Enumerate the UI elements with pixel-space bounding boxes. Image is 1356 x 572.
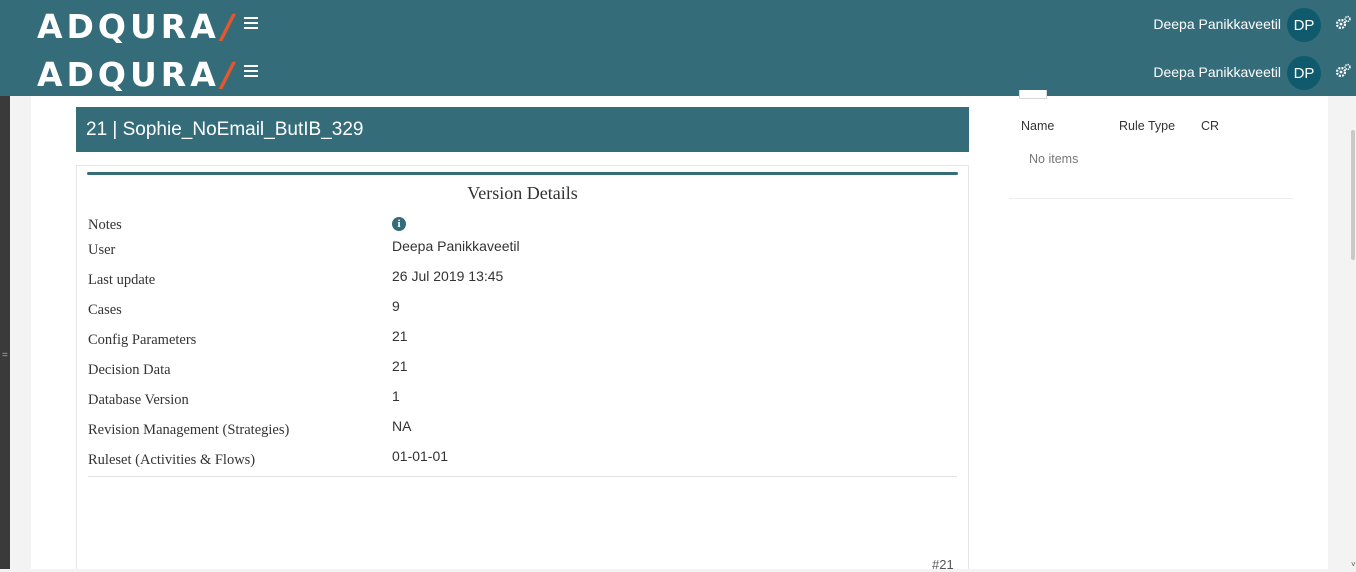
details-label: Decision Data bbox=[88, 362, 171, 378]
logo-slash: / bbox=[221, 6, 238, 46]
details-value: 21 bbox=[392, 358, 408, 374]
details-row-ruleset: Ruleset (Activities & Flows) 01-01-01 bbox=[88, 448, 958, 478]
adqura-logo[interactable]: ADQURA / bbox=[37, 54, 238, 94]
details-label: Ruleset (Activities & Flows) bbox=[88, 452, 256, 468]
hamburger-icon[interactable] bbox=[244, 17, 258, 29]
hamburger-icon[interactable] bbox=[244, 65, 258, 77]
top-navbar: ADQURA / Deepa Panikkaveetil DP bbox=[0, 0, 1356, 50]
user-name[interactable]: Deepa Panikkaveetil bbox=[1153, 64, 1281, 80]
details-value: Deepa Panikkaveetil bbox=[392, 238, 520, 254]
details-row-config-parameters: Config Parameters 21 bbox=[88, 328, 958, 358]
version-tag: #21 bbox=[932, 557, 954, 572]
empty-list-message: No items bbox=[1029, 152, 1079, 166]
info-icon[interactable]: i bbox=[392, 217, 406, 231]
column-header-name[interactable]: Name bbox=[1021, 119, 1054, 133]
drag-handle-icon[interactable]: = bbox=[2, 351, 8, 361]
gears-icon[interactable] bbox=[1335, 63, 1351, 79]
scrollbar-thumb[interactable] bbox=[1351, 130, 1355, 260]
logo-slash: / bbox=[221, 54, 238, 94]
details-value: 01-01-01 bbox=[392, 448, 449, 464]
details-value: 26 Jul 2019 13:45 bbox=[392, 268, 504, 284]
details-value: NA bbox=[392, 418, 412, 434]
details-row-database-version: Database Version 1 bbox=[88, 388, 958, 418]
details-row-last-update: Last update 26 Jul 2019 13:45 bbox=[88, 268, 958, 298]
details-label: Cases bbox=[88, 302, 122, 318]
details-divider bbox=[88, 476, 957, 477]
panel-accent-line bbox=[87, 172, 958, 175]
column-header-cr[interactable]: CR bbox=[1201, 119, 1219, 133]
details-label: Last update bbox=[88, 272, 156, 288]
avatar[interactable]: DP bbox=[1287, 8, 1321, 42]
user-name[interactable]: Deepa Panikkaveetil bbox=[1153, 16, 1281, 32]
adqura-logo[interactable]: ADQURA / bbox=[37, 6, 238, 46]
details-label: User bbox=[88, 242, 116, 258]
version-details-heading: Version Details bbox=[467, 183, 578, 203]
gears-icon[interactable] bbox=[1335, 15, 1351, 31]
rules-panel bbox=[1009, 96, 1293, 199]
details-value: 21 bbox=[392, 328, 408, 344]
logo-text: ADQURA bbox=[37, 54, 220, 94]
details-label: Notes bbox=[88, 217, 122, 233]
collapsed-sidebar[interactable]: = bbox=[0, 96, 10, 569]
details-value: 1 bbox=[392, 388, 400, 404]
details-label: Config Parameters bbox=[88, 332, 197, 348]
details-label: Database Version bbox=[88, 392, 189, 408]
scroll-down-icon[interactable]: ˅ bbox=[1351, 560, 1356, 569]
panel-tab-stub[interactable] bbox=[1019, 90, 1047, 99]
logo-text: ADQURA bbox=[37, 6, 220, 46]
details-row-cases: Cases 9 bbox=[88, 298, 958, 328]
avatar[interactable]: DP bbox=[1287, 56, 1321, 90]
details-row-revision-management: Revision Management (Strategies) NA bbox=[88, 418, 958, 448]
details-row-user: User Deepa Panikkaveetil bbox=[88, 238, 958, 268]
details-value: 9 bbox=[392, 298, 400, 314]
details-row-decision-data: Decision Data 21 bbox=[88, 358, 958, 388]
column-header-rule-type[interactable]: Rule Type bbox=[1119, 119, 1175, 133]
page-title: 21 | Sophie_NoEmail_ButIB_329 bbox=[76, 107, 969, 152]
left-gutter bbox=[10, 96, 31, 569]
details-label: Revision Management (Strategies) bbox=[88, 422, 290, 438]
top-navbar-duplicate: ADQURA / Deepa Panikkaveetil DP bbox=[0, 48, 1356, 96]
